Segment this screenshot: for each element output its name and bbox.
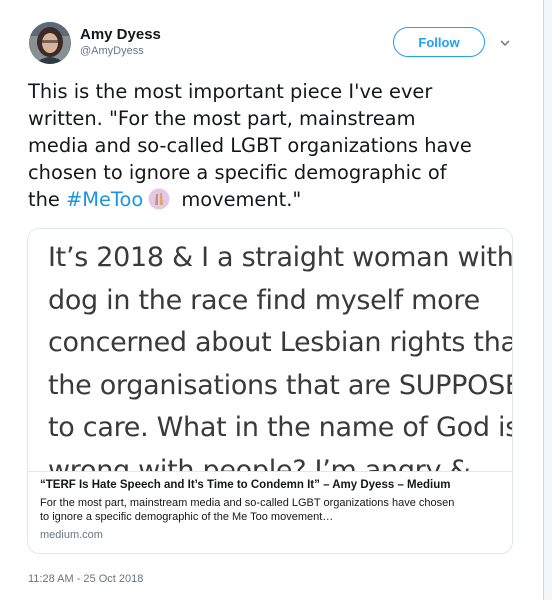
tweet-text-line: chosen to ignore a specific demographic … (28, 161, 447, 184)
card-title[interactable]: “TERF Is Hate Speech and It’s Time to Co… (40, 478, 502, 492)
card-domain: medium.com (40, 529, 103, 541)
card-image-text: It’s 2018 & I a straight woman with no d… (48, 237, 513, 472)
tweet-text-segment: the (28, 188, 66, 211)
avatar-image (29, 22, 71, 64)
card-meta[interactable]: “TERF Is Hate Speech and It’s Time to Co… (28, 471, 512, 553)
follow-button[interactable]: Follow (393, 27, 485, 57)
author-avatar[interactable] (29, 22, 71, 64)
tweet-text-segment: movement." (175, 188, 302, 211)
chevron-down-icon[interactable] (498, 37, 512, 49)
card-image-line: wrong with people? I’m angry & (48, 454, 471, 472)
link-card[interactable]: It’s 2018 & I a straight woman with no d… (27, 228, 513, 554)
card-description-line: to ignore a specific demographic of the … (40, 511, 334, 523)
tweet-text-line: media and so-called LGBT organizations h… (28, 134, 472, 157)
tweet-text: This is the most important piece I've ev… (28, 78, 533, 213)
card-image-line: dog in the race find myself more (48, 284, 480, 316)
page-edge (544, 0, 552, 600)
card-description-line: For the most part, mainstream media and … (40, 497, 455, 509)
hashtag-link[interactable]: #MeToo (66, 188, 143, 211)
tweet-timestamp[interactable]: 11:28 AM - 25 Oct 2018 (28, 573, 143, 585)
card-image-line: It’s 2018 & I a straight woman with no (48, 242, 513, 273)
tweet-text-line: written. "For the most part, mainstream (28, 107, 416, 130)
author-handle[interactable]: @AmyDyess (80, 45, 144, 57)
author-name[interactable]: Amy Dyess (80, 26, 161, 43)
card-image-line: concerned about Lesbian rights than (48, 327, 513, 358)
tweet-text-line: This is the most important piece I've ev… (28, 80, 433, 103)
card-image-line: to care. What in the name of God is (48, 412, 513, 443)
card-image-line: the organisations that are SUPPOSED (48, 369, 513, 401)
card-image[interactable]: It’s 2018 & I a straight woman with no d… (28, 229, 513, 472)
raised-hands-emoji-icon (148, 188, 170, 210)
card-description: For the most part, mainstream media and … (40, 496, 502, 524)
tweet-text-line: the #MeToo movement." (28, 186, 533, 213)
tweet: Amy Dyess @AmyDyess Follow This is the m… (0, 0, 552, 600)
